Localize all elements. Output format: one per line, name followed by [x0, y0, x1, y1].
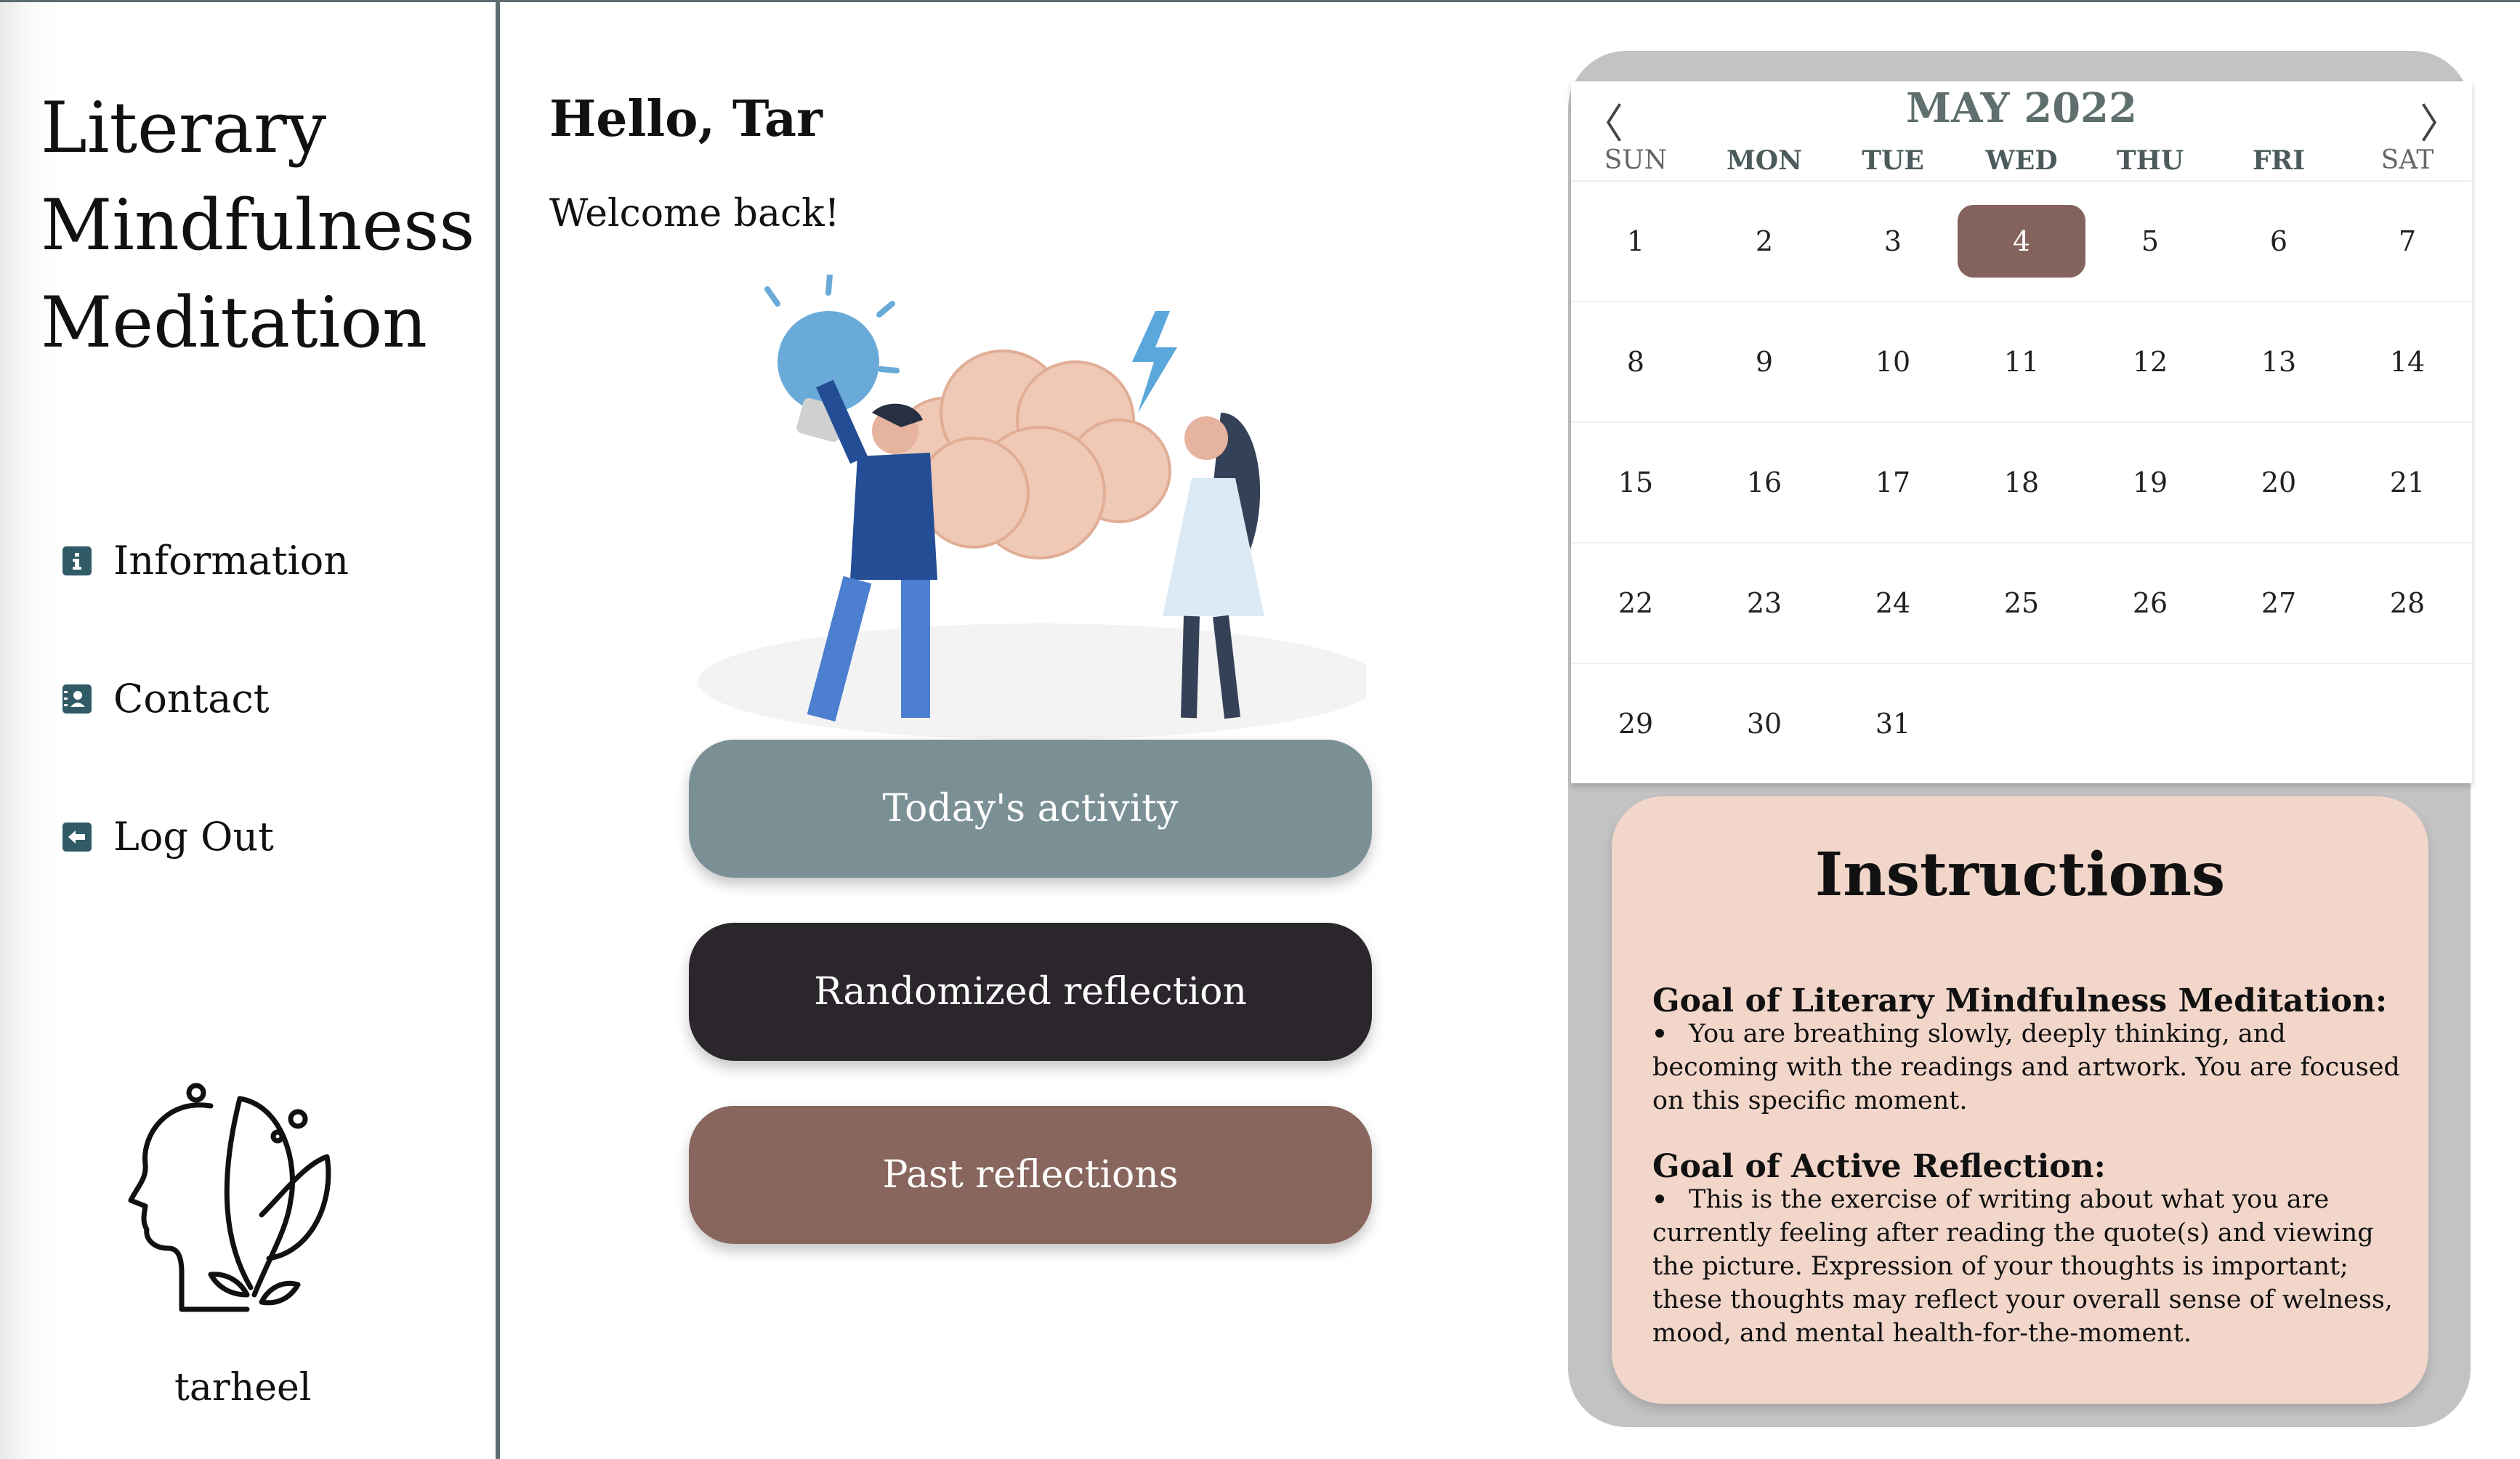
weekday-thu: THU	[2116, 145, 2184, 176]
calendar-day[interactable]: 16	[1700, 446, 1828, 519]
calendar-day[interactable]: 23	[1700, 567, 1828, 639]
username: tarheel	[174, 1366, 312, 1410]
greeting: Hello, Tar	[549, 90, 823, 148]
nav-information-label: Information	[113, 538, 350, 583]
weekday-tue: TUE	[1862, 145, 1924, 176]
nav-logout[interactable]: Log Out	[62, 814, 274, 860]
calendar-day[interactable]: 8	[1572, 326, 1700, 398]
calendar-day[interactable]: 4	[1958, 205, 2085, 278]
head-leaf-icon	[128, 1083, 331, 1312]
nav-contact[interactable]: Contact	[62, 676, 269, 722]
goal-meditation-text: You are breathing slowly, deeply thinkin…	[1652, 1017, 2401, 1118]
contact-card-icon	[62, 684, 92, 714]
calendar-day[interactable]: 9	[1700, 326, 1828, 398]
calendar-day[interactable]: 20	[2215, 446, 2343, 519]
calendar-divider	[1571, 180, 2472, 182]
calendar-day[interactable]: 18	[1958, 446, 2085, 519]
calendar-day[interactable]: 12	[2086, 326, 2214, 398]
calendar-divider	[1571, 421, 2472, 423]
calendar-day[interactable]: 21	[2343, 446, 2471, 519]
welcome-text: Welcome back!	[549, 192, 840, 235]
calendar-day[interactable]: 2	[1700, 205, 1828, 278]
randomized-reflection-button[interactable]: Randomized reflection	[689, 923, 1372, 1061]
brainstorm-illustration	[698, 275, 1366, 740]
nav-contact-label: Contact	[113, 676, 270, 722]
sidebar-divider	[496, 0, 500, 1459]
calendar-day[interactable]: 30	[1700, 687, 1828, 760]
app-title-line-1: Literary	[41, 87, 327, 169]
nav-information[interactable]: Information	[62, 538, 349, 583]
calendar-day[interactable]: 31	[1829, 687, 1957, 760]
calendar-day[interactable]: 14	[2343, 326, 2471, 398]
calendar-divider	[1571, 301, 2472, 302]
calendar-day[interactable]: 5	[2086, 205, 2214, 278]
chevron-right-icon[interactable]: 〉	[2420, 92, 2460, 150]
calendar-day[interactable]: 3	[1829, 205, 1957, 278]
calendar-day[interactable]: 6	[2215, 205, 2343, 278]
goal-reflection-text-content: This is the exercise of writing about wh…	[1652, 1185, 2393, 1348]
weekday-mon: MON	[1726, 145, 1803, 176]
calendar-day[interactable]: 7	[2343, 205, 2471, 278]
instructions-card: Instructions Goal of Literary Mindfulnes…	[1612, 796, 2428, 1404]
goal-reflection-heading: Goal of Active Reflection:	[1652, 1148, 2106, 1185]
calendar-day[interactable]: 24	[1829, 567, 1957, 639]
goal-meditation-text-content: You are breathing slowly, deeply thinkin…	[1652, 1019, 2400, 1115]
app-title-line-2: Mindfulness	[41, 185, 475, 266]
calendar-day[interactable]: 11	[1958, 326, 2085, 398]
calendar-day[interactable]: 28	[2343, 567, 2471, 639]
weekday-fri: FRI	[2252, 145, 2306, 176]
calendar-day[interactable]: 1	[1572, 205, 1700, 278]
weekday-sat: SAT	[2380, 145, 2434, 175]
calendar-day[interactable]: 10	[1829, 326, 1957, 398]
weekday-sun: SUN	[1604, 145, 1668, 175]
app-title-line-3: Meditation	[41, 282, 427, 363]
calendar-month-title: MAY 2022	[1906, 84, 2137, 132]
calendar-day[interactable]: 29	[1572, 687, 1700, 760]
goal-meditation-heading: Goal of Literary Mindfulness Meditation:	[1652, 982, 2388, 1019]
bullet-icon	[1655, 1194, 1664, 1203]
nav-logout-label: Log Out	[113, 814, 274, 860]
calendar-day[interactable]: 22	[1572, 567, 1700, 639]
weekday-wed: WED	[1985, 145, 2058, 176]
calendar-divider	[1571, 542, 2472, 543]
calendar-day[interactable]: 13	[2215, 326, 2343, 398]
todays-activity-button[interactable]: Today's activity	[689, 740, 1372, 878]
calendar-day[interactable]: 25	[1958, 567, 2085, 639]
info-icon	[62, 546, 92, 575]
calendar-divider	[1571, 663, 2472, 664]
goal-reflection-text: This is the exercise of writing about wh…	[1652, 1183, 2401, 1350]
logout-icon	[62, 822, 92, 852]
calendar-day[interactable]: 26	[2086, 567, 2214, 639]
calendar-day[interactable]: 27	[2215, 567, 2343, 639]
past-reflections-button[interactable]: Past reflections	[689, 1106, 1372, 1244]
bullet-icon	[1655, 1028, 1664, 1038]
calendar-day[interactable]: 15	[1572, 446, 1700, 519]
instructions-title: Instructions	[1814, 840, 2226, 910]
calendar: 〈 MAY 2022 〉 SUN MON TUE WED THU FRI SAT…	[1571, 81, 2472, 783]
calendar-day[interactable]: 19	[2086, 446, 2214, 519]
calendar-day[interactable]: 17	[1829, 446, 1957, 519]
